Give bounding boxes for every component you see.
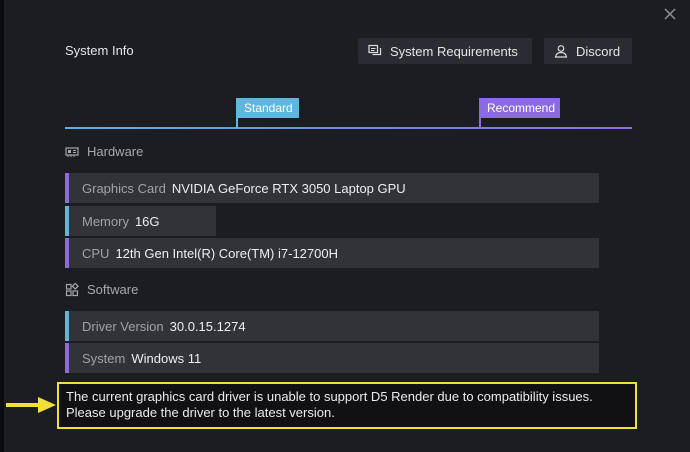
graphics-card-row: Graphics Card NVIDIA GeForce RTX 3050 La… — [65, 173, 599, 203]
memory-row: Memory 16G — [65, 206, 216, 236]
row-value: 12th Gen Intel(R) Core(TM) i7-12700H — [115, 245, 338, 261]
system-row: System Windows 11 — [65, 343, 599, 373]
standard-tag: Standard — [236, 98, 299, 118]
discord-label: Discord — [576, 43, 621, 59]
row-label: System — [82, 350, 126, 366]
row-label: Memory — [82, 213, 129, 229]
row-value: 30.0.15.1274 — [169, 318, 246, 334]
apps-grid-icon — [65, 282, 79, 296]
close-icon[interactable] — [660, 4, 680, 24]
system-requirements-button[interactable]: System Requirements — [358, 38, 532, 64]
discord-button[interactable]: Discord — [544, 38, 632, 64]
arrow-right-icon — [6, 397, 56, 413]
recommend-tier-bar — [65, 173, 69, 203]
warning-line: The current graphics card driver is unab… — [66, 389, 593, 404]
row-value: NVIDIA GeForce RTX 3050 Laptop GPU — [171, 180, 406, 196]
standard-marker — [236, 118, 238, 128]
row-label: CPU — [82, 245, 110, 261]
requirement-tier-track — [65, 127, 632, 129]
hardware-heading: Hardware — [65, 144, 143, 159]
standard-tier-bar — [65, 206, 69, 236]
row-label: Driver Version — [82, 318, 164, 334]
row-value: Windows 11 — [131, 350, 202, 366]
driver-version-row: Driver Version 30.0.15.1274 — [65, 311, 599, 341]
recommend-tag: Recommend — [479, 98, 560, 118]
system-requirements-label: System Requirements — [390, 43, 518, 59]
recommend-tier-bar — [65, 343, 69, 373]
gpu-card-icon — [65, 146, 79, 157]
standard-tier-bar — [65, 311, 69, 341]
recommend-marker — [479, 118, 481, 128]
dialog-title: System Info — [65, 43, 134, 58]
software-heading: Software — [65, 282, 138, 297]
hardware-heading-label: Hardware — [87, 144, 144, 159]
cpu-row: CPU 12th Gen Intel(R) Core(TM) i7-12700H — [65, 238, 599, 268]
warning-line: Please upgrade the driver to the latest … — [66, 405, 335, 420]
row-value: 16G — [134, 213, 160, 229]
user-icon — [554, 45, 568, 58]
document-chat-icon — [368, 44, 382, 56]
recommend-tier-bar — [65, 238, 69, 268]
driver-warning-message: The current graphics card driver is unab… — [57, 382, 637, 429]
row-label: Graphics Card — [82, 180, 166, 196]
software-heading-label: Software — [87, 282, 139, 297]
